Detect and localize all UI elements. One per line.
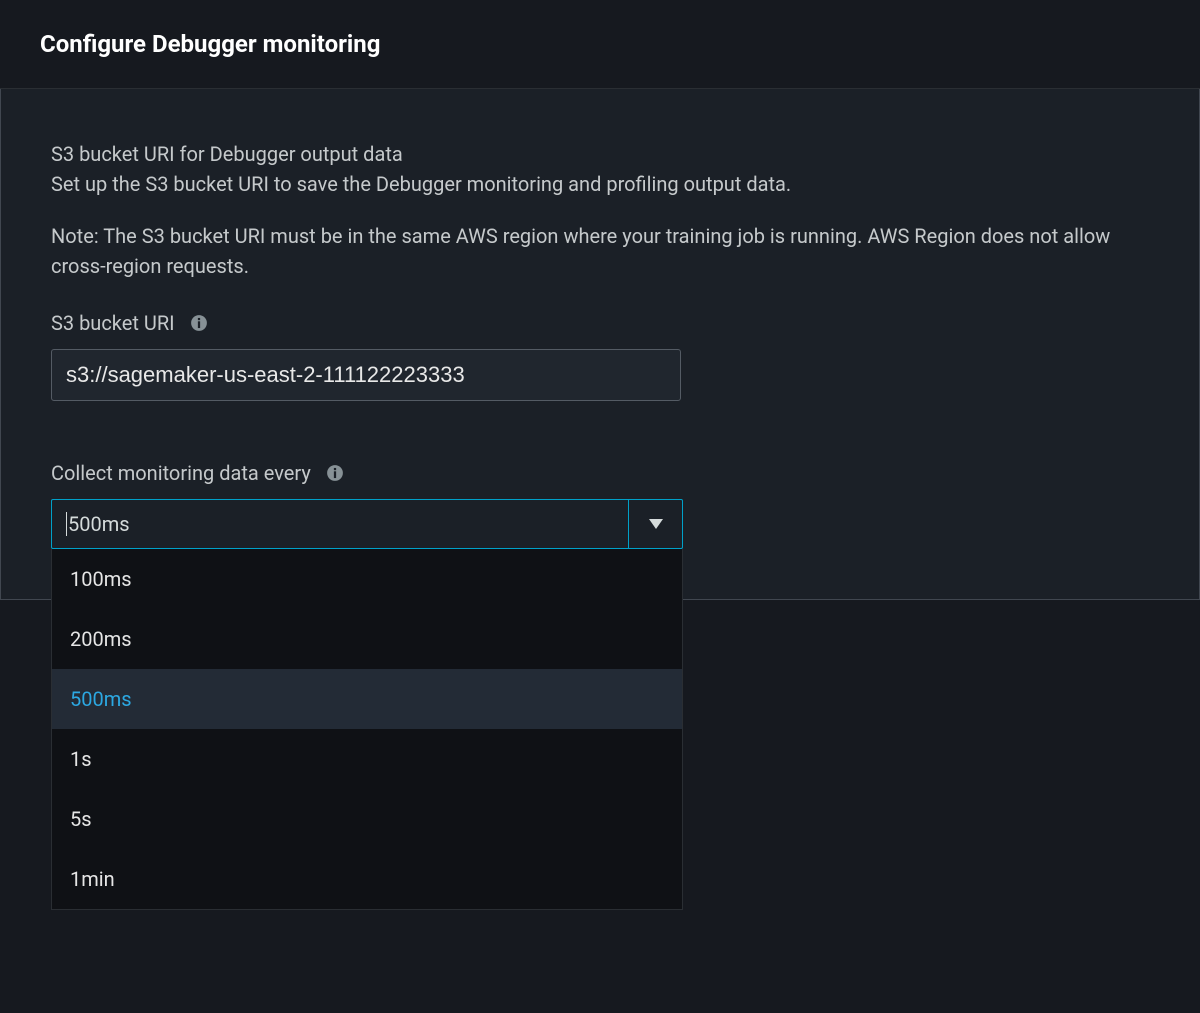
dropdown-option[interactable]: 100ms [52,549,682,609]
s3-note: Note: The S3 bucket URI must be in the s… [51,221,1149,281]
spacer [51,401,1149,461]
s3-desc-line1: S3 bucket URI for Debugger output data [51,139,1149,169]
dropdown-option[interactable]: 200ms [52,609,682,669]
info-icon[interactable] [325,463,345,483]
page-title: Configure Debugger monitoring [40,30,1160,58]
monitoring-interval-select[interactable]: 500ms 100ms 200ms 500ms 1s 5s 1min [51,499,683,549]
s3-description: S3 bucket URI for Debugger output data S… [51,139,1149,199]
s3-desc-line2: Set up the S3 bucket URI to save the Deb… [51,169,1149,199]
caret-down-icon[interactable] [628,500,682,548]
monitoring-field-label: Collect monitoring data every [51,461,311,485]
dropdown-option[interactable]: 1min [52,849,682,909]
dropdown-option[interactable]: 5s [52,789,682,849]
page-header: Configure Debugger monitoring [0,0,1200,89]
select-value: 500ms [52,500,628,548]
select-control[interactable]: 500ms [51,499,683,549]
select-value-text: 500ms [66,512,130,536]
s3-field-label: S3 bucket URI [51,311,175,335]
info-icon[interactable] [189,313,209,333]
s3-label-row: S3 bucket URI [51,311,1149,335]
dropdown-option[interactable]: 1s [52,729,682,789]
monitoring-dropdown: 100ms 200ms 500ms 1s 5s 1min [51,549,683,910]
config-panel: S3 bucket URI for Debugger output data S… [0,89,1200,600]
s3-bucket-uri-input[interactable] [51,349,681,401]
dropdown-option[interactable]: 500ms [52,669,682,729]
monitoring-label-row: Collect monitoring data every [51,461,1149,485]
